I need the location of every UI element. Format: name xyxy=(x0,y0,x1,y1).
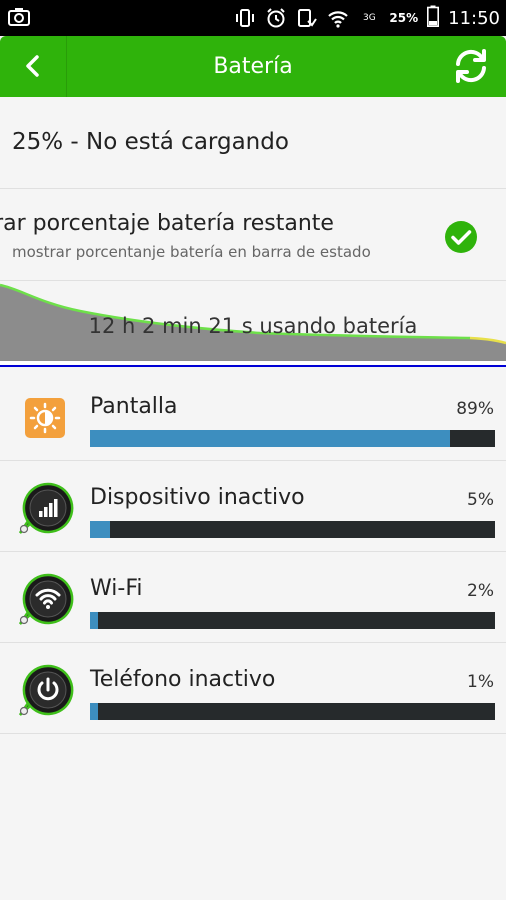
usage-bar-fill xyxy=(90,430,450,447)
usage-bar-fill xyxy=(90,521,110,538)
usage-bar xyxy=(90,521,495,538)
network-type: 3G xyxy=(363,13,376,23)
power-icon xyxy=(16,661,74,719)
clock: 11:50 xyxy=(448,7,500,29)
refresh-button[interactable] xyxy=(452,47,490,85)
usage-bar-fill xyxy=(90,612,98,629)
battery-percent: 25% xyxy=(389,11,419,25)
battery-history-graph: 12 h 2 min 21 s usando batería xyxy=(0,281,506,367)
back-button[interactable] xyxy=(0,36,67,97)
battery-status-text: 25% - No está cargando xyxy=(12,129,289,155)
app-bar: Batería xyxy=(0,36,506,97)
wifi-status-icon xyxy=(327,7,349,29)
usage-item-wifi[interactable]: Wi-Fi 2% xyxy=(0,552,506,643)
usage-bar xyxy=(90,703,495,720)
usage-label: Dispositivo inactivo xyxy=(90,485,305,510)
battery-icon xyxy=(427,5,440,31)
usage-bar xyxy=(90,612,495,629)
check-circle-icon[interactable] xyxy=(444,220,478,254)
usage-item-pantalla[interactable]: Pantalla 89% xyxy=(0,370,506,461)
usage-percent: 1% xyxy=(467,672,494,692)
usage-percent: 89% xyxy=(456,399,494,419)
usage-bar xyxy=(90,430,495,447)
usage-bar-fill xyxy=(90,703,98,720)
usage-label: Teléfono inactivo xyxy=(90,667,276,692)
preference-subtitle: mostrar porcentanje batería en barra de … xyxy=(12,243,371,261)
show-percentage-preference[interactable]: strar porcentaje batería restante mostra… xyxy=(0,189,506,281)
battery-time-label: 12 h 2 min 21 s usando batería xyxy=(88,314,418,338)
usage-label: Wi-Fi xyxy=(90,576,143,601)
vibrate-icon xyxy=(234,7,256,29)
usage-label: Pantalla xyxy=(90,394,178,419)
chevron-left-icon xyxy=(26,55,39,77)
status-bar: 3G 25% 11:50 xyxy=(0,0,506,36)
usage-percent: 5% xyxy=(467,490,494,510)
page-title: Batería xyxy=(213,54,293,79)
usage-item-telefono-inactivo[interactable]: Teléfono inactivo 1% xyxy=(0,643,506,734)
wifi-icon xyxy=(16,570,74,628)
screenshot-icon xyxy=(8,7,30,27)
alarm-icon xyxy=(265,7,287,29)
battery-status-row: 25% - No está cargando xyxy=(0,97,506,189)
preference-title: strar porcentaje batería restante xyxy=(0,211,334,236)
usage-percent: 2% xyxy=(467,581,494,601)
usage-item-dispositivo-inactivo[interactable]: Dispositivo inactivo 5% xyxy=(0,461,506,552)
refresh-icon xyxy=(456,49,486,83)
brightness-icon xyxy=(16,388,74,446)
signal-bars-icon xyxy=(16,479,74,537)
call-forward-icon xyxy=(296,7,318,29)
